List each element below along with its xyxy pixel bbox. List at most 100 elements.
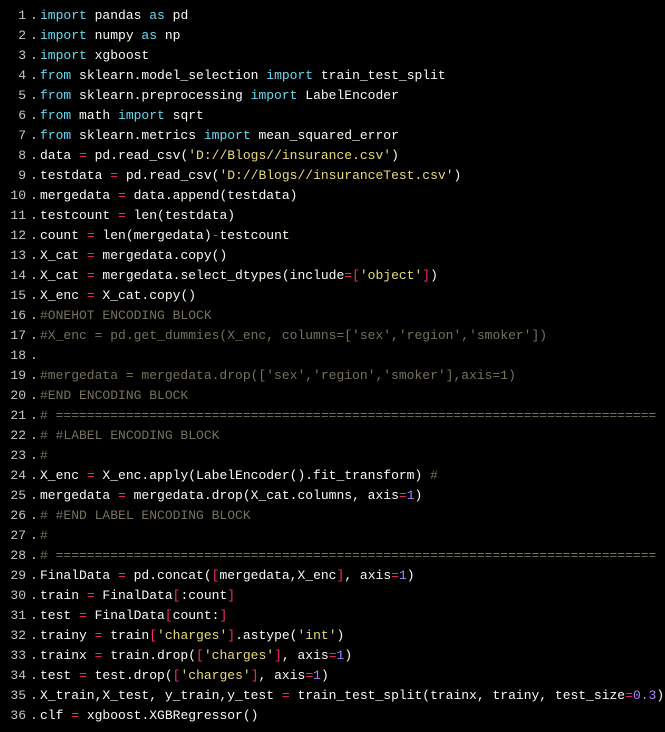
code-content[interactable]: #mergedata = mergedata.drop(['sex','regi… (40, 366, 665, 386)
line-dot-icon: . (30, 486, 40, 506)
code-content[interactable]: # (40, 446, 665, 466)
code-line[interactable]: 7.from sklearn.metrics import mean_squar… (0, 126, 665, 146)
code-line[interactable]: 17.#X_enc = pd.get_dummies(X_enc, column… (0, 326, 665, 346)
code-content[interactable]: # ======================================… (40, 546, 665, 566)
code-line[interactable]: 15.X_enc = X_cat.copy() (0, 286, 665, 306)
token-kw: as (149, 8, 165, 23)
code-line[interactable]: 25.mergedata = mergedata.drop(X_cat.colu… (0, 486, 665, 506)
code-content[interactable]: X_enc = X_enc.apply(LabelEncoder().fit_t… (40, 466, 665, 486)
code-line[interactable]: 13.X_cat = mergedata.copy() (0, 246, 665, 266)
line-number: 1 (0, 6, 30, 26)
code-line[interactable]: 4.from sklearn.model_selection import tr… (0, 66, 665, 86)
code-line[interactable]: 31.test = FinalData[count:] (0, 606, 665, 626)
line-dot-icon: . (30, 646, 40, 666)
token-ident: testdata (40, 168, 110, 183)
code-content[interactable]: trainy = train['charges'].astype('int') (40, 626, 665, 646)
code-line[interactable]: 10.mergedata = data.append(testdata) (0, 186, 665, 206)
code-line[interactable]: 33.trainx = train.drop(['charges'], axis… (0, 646, 665, 666)
code-content[interactable]: FinalData = pd.concat([mergedata,X_enc],… (40, 566, 665, 586)
code-content[interactable]: train = FinalData[:count] (40, 586, 665, 606)
token-ident: train (102, 628, 149, 643)
code-content[interactable]: #ONEHOT ENCODING BLOCK (40, 306, 665, 326)
code-content[interactable]: # #END LABEL ENCODING BLOCK (40, 506, 665, 526)
code-line[interactable]: 11.testcount = len(testdata) (0, 206, 665, 226)
code-line[interactable]: 24.X_enc = X_enc.apply(LabelEncoder().fi… (0, 466, 665, 486)
line-number: 28 (0, 546, 30, 566)
token-kw: import (40, 8, 87, 23)
code-content[interactable]: test = test.drop(['charges'], axis=1) (40, 666, 665, 686)
code-content[interactable]: X_cat = mergedata.copy() (40, 246, 665, 266)
code-line[interactable]: 6.from math import sqrt (0, 106, 665, 126)
code-line[interactable]: 16.#ONEHOT ENCODING BLOCK (0, 306, 665, 326)
token-ident: train_test_split(trainx, trainy, test_si… (290, 688, 625, 703)
code-line[interactable]: 18. (0, 346, 665, 366)
code-content[interactable]: # ======================================… (40, 406, 665, 426)
token-op: = (305, 668, 313, 683)
code-line[interactable]: 30.train = FinalData[:count] (0, 586, 665, 606)
code-line[interactable]: 29.FinalData = pd.concat([mergedata,X_en… (0, 566, 665, 586)
line-dot-icon: . (30, 366, 40, 386)
line-dot-icon: . (30, 706, 40, 726)
token-ident: test (40, 608, 79, 623)
token-ident: mergedata (40, 188, 118, 203)
code-content[interactable]: X_train,X_test, y_train,y_test = train_t… (40, 686, 665, 706)
code-content[interactable]: from sklearn.metrics import mean_squared… (40, 126, 665, 146)
token-ident: trainy (40, 628, 95, 643)
code-content[interactable]: from sklearn.model_selection import trai… (40, 66, 665, 86)
code-editor[interactable]: 1.import pandas as pd2.import numpy as n… (0, 6, 665, 726)
code-content[interactable]: X_cat = mergedata.select_dtypes(include=… (40, 266, 665, 286)
code-content[interactable]: #X_enc = pd.get_dummies(X_enc, columns=[… (40, 326, 665, 346)
code-content[interactable]: data = pd.read_csv('D://Blogs//insurance… (40, 146, 665, 166)
token-ident: ) (337, 628, 345, 643)
line-dot-icon: . (30, 46, 40, 66)
code-line[interactable]: 36.clf = xgboost.XGBRegressor() (0, 706, 665, 726)
code-line[interactable]: 27.# (0, 526, 665, 546)
code-line[interactable]: 34.test = test.drop(['charges'], axis=1) (0, 666, 665, 686)
token-ident: pd.concat( (126, 568, 212, 583)
code-content[interactable]: testcount = len(testdata) (40, 206, 665, 226)
line-number: 5 (0, 86, 30, 106)
code-content[interactable]: import numpy as np (40, 26, 665, 46)
code-line[interactable]: 9.testdata = pd.read_csv('D://Blogs//ins… (0, 166, 665, 186)
code-line[interactable]: 32.trainy = train['charges'].astype('int… (0, 626, 665, 646)
code-line[interactable]: 28.# ===================================… (0, 546, 665, 566)
token-ident: X_enc (40, 468, 87, 483)
code-content[interactable]: mergedata = mergedata.drop(X_cat.columns… (40, 486, 665, 506)
code-line[interactable]: 23.# (0, 446, 665, 466)
code-content[interactable]: import pandas as pd (40, 6, 665, 26)
line-number: 2 (0, 26, 30, 46)
code-content[interactable]: test = FinalData[count:] (40, 606, 665, 626)
code-content[interactable]: mergedata = data.append(testdata) (40, 186, 665, 206)
code-line[interactable]: 5.from sklearn.preprocessing import Labe… (0, 86, 665, 106)
code-content[interactable]: # #LABEL ENCODING BLOCK (40, 426, 665, 446)
code-line[interactable]: 2.import numpy as np (0, 26, 665, 46)
code-content[interactable]: count = len(mergedata)-testcount (40, 226, 665, 246)
line-dot-icon: . (30, 426, 40, 446)
token-op: ] (251, 668, 259, 683)
code-line[interactable]: 35.X_train,X_test, y_train,y_test = trai… (0, 686, 665, 706)
code-content[interactable]: # (40, 526, 665, 546)
code-line[interactable]: 3.import xgboost (0, 46, 665, 66)
code-line[interactable]: 12.count = len(mergedata)-testcount (0, 226, 665, 246)
line-dot-icon: . (30, 226, 40, 246)
line-dot-icon: . (30, 286, 40, 306)
code-content[interactable]: #END ENCODING BLOCK (40, 386, 665, 406)
code-content[interactable]: trainx = train.drop(['charges'], axis=1) (40, 646, 665, 666)
code-line[interactable]: 8.data = pd.read_csv('D://Blogs//insuran… (0, 146, 665, 166)
code-content[interactable]: X_enc = X_cat.copy() (40, 286, 665, 306)
code-line[interactable]: 1.import pandas as pd (0, 6, 665, 26)
code-content[interactable]: clf = xgboost.XGBRegressor() (40, 706, 665, 726)
token-cmt: #END ENCODING BLOCK (40, 388, 188, 403)
code-line[interactable]: 14.X_cat = mergedata.select_dtypes(inclu… (0, 266, 665, 286)
code-line[interactable]: 26.# #END LABEL ENCODING BLOCK (0, 506, 665, 526)
code-line[interactable]: 22.# #LABEL ENCODING BLOCK (0, 426, 665, 446)
code-content[interactable]: import xgboost (40, 46, 665, 66)
code-content[interactable]: testdata = pd.read_csv('D://Blogs//insur… (40, 166, 665, 186)
code-line[interactable]: 20.#END ENCODING BLOCK (0, 386, 665, 406)
token-ident: data (40, 148, 79, 163)
line-dot-icon: . (30, 146, 40, 166)
code-line[interactable]: 21.# ===================================… (0, 406, 665, 426)
code-line[interactable]: 19.#mergedata = mergedata.drop(['sex','r… (0, 366, 665, 386)
code-content[interactable]: from sklearn.preprocessing import LabelE… (40, 86, 665, 106)
code-content[interactable]: from math import sqrt (40, 106, 665, 126)
